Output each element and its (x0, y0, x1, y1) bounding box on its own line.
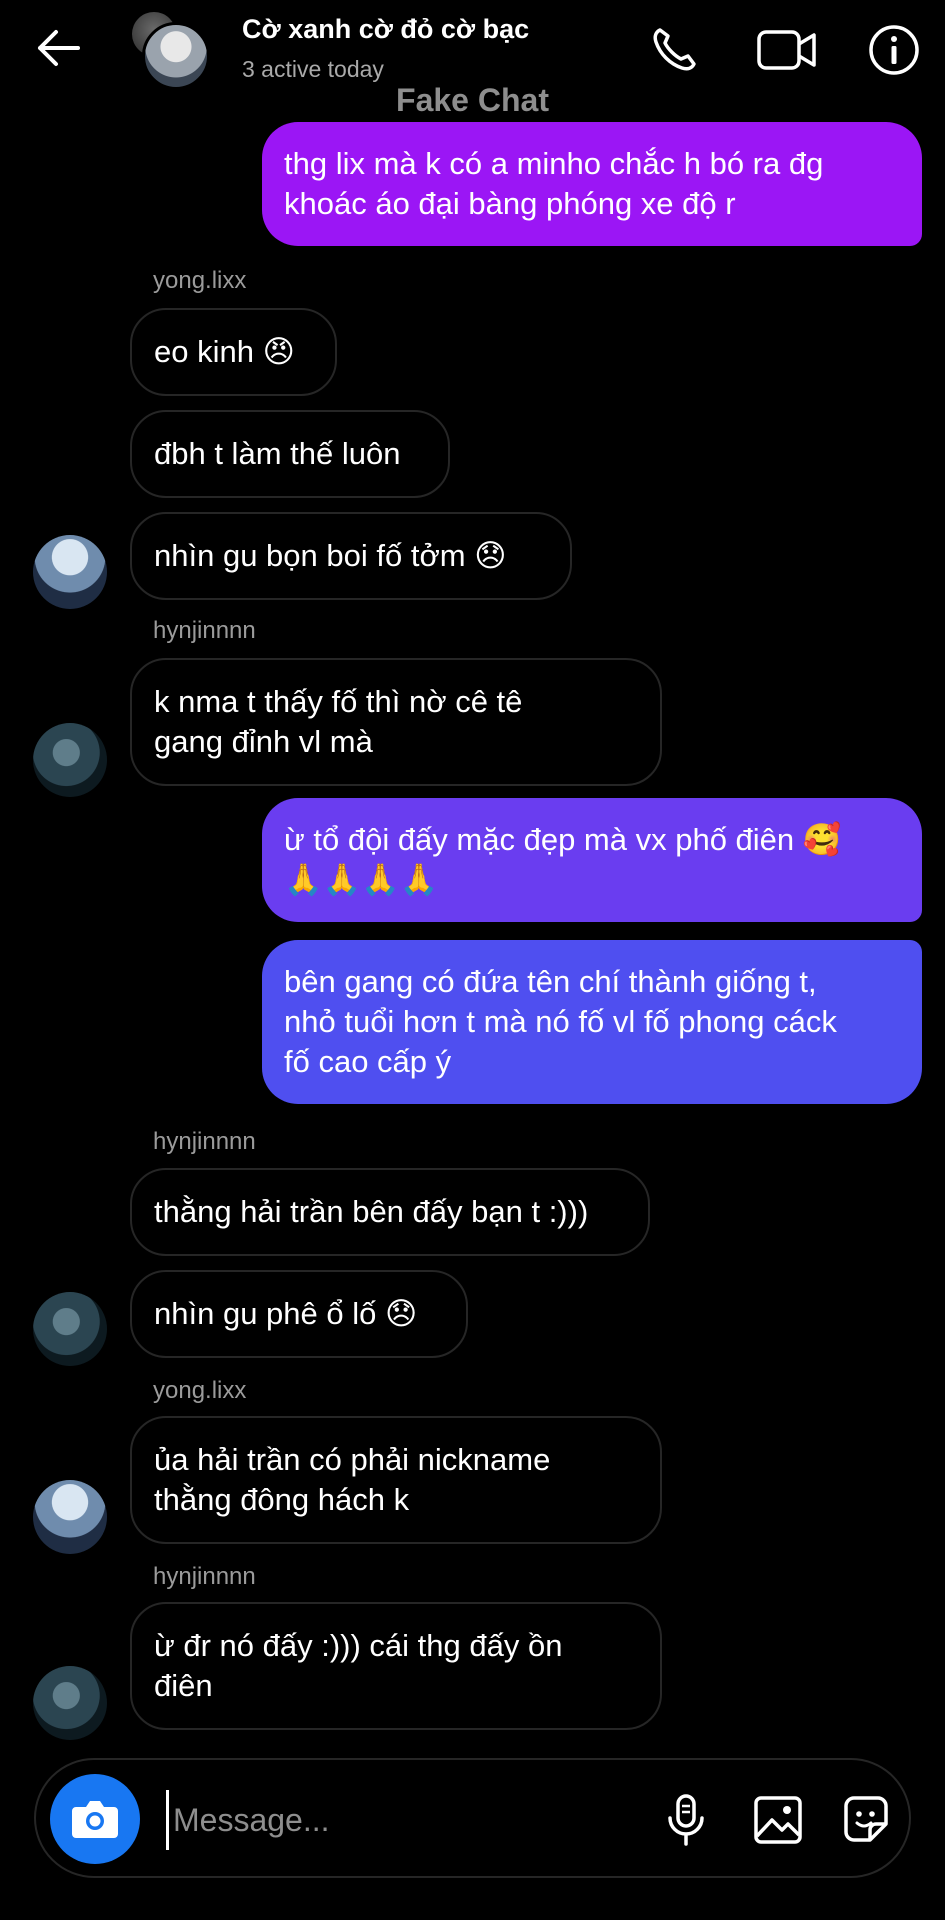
chat-title[interactable]: Cờ xanh cờ đỏ cờ bạc (242, 14, 529, 45)
message-bubble-in[interactable]: nhìn gu bọn boi fố tởm 😞 (130, 512, 572, 600)
avatar[interactable] (33, 723, 107, 797)
sender-name: yong.lixx (153, 267, 247, 294)
sender-name: hynjinnnn (153, 1563, 256, 1590)
microphone-icon[interactable] (656, 1790, 716, 1850)
message-bubble-out[interactable]: thg lix mà k có a minho chắc h bó ra đg … (262, 122, 922, 246)
message-bubble-in[interactable]: đbh t làm thế luôn (130, 410, 450, 498)
message-bubble-in[interactable]: eo kinh 😠 (130, 308, 337, 396)
video-icon[interactable] (756, 22, 818, 78)
avatar[interactable] (33, 1666, 107, 1740)
message-bubble-in[interactable]: nhìn gu phê ổ lố 😞 (130, 1270, 468, 1358)
message-bubble-out[interactable]: ừ tổ đội đấy mặc đẹp mà vx phố điên 🥰 🙏🙏… (262, 798, 922, 922)
gallery-icon[interactable] (748, 1790, 808, 1850)
avatar-front (142, 22, 210, 90)
active-status: 3 active today (242, 56, 384, 82)
message-bubble-in[interactable]: ủa hải trần có phải nickname thằng đông … (130, 1416, 662, 1544)
back-arrow-icon[interactable] (34, 26, 84, 70)
message-bubble-in[interactable]: thằng hải trần bên đấy bạn t :))) (130, 1168, 650, 1256)
group-avatar[interactable] (132, 12, 210, 90)
watermark: Fake Chat (396, 82, 549, 118)
avatar[interactable] (33, 1480, 107, 1554)
sender-name: yong.lixx (153, 1377, 247, 1404)
avatar[interactable] (33, 1292, 107, 1366)
avatar[interactable] (33, 535, 107, 609)
message-bubble-out[interactable]: bên gang có đứa tên chí thành giống t, n… (262, 940, 922, 1104)
phone-icon[interactable] (646, 22, 702, 78)
camera-button[interactable] (50, 1774, 140, 1864)
camera-icon (72, 1801, 118, 1838)
message-composer (34, 1758, 911, 1878)
sticker-icon[interactable] (836, 1790, 896, 1850)
message-input[interactable] (166, 1790, 645, 1850)
message-bubble-in[interactable]: k nma t thấy fố thì nờ cê tê gang đỉnh v… (130, 658, 662, 786)
sender-name: hynjinnnn (153, 1128, 256, 1155)
sender-name: hynjinnnn (153, 617, 256, 644)
info-icon[interactable] (866, 22, 922, 78)
message-bubble-in[interactable]: ừ đr nó đấy :))) cái thg đấy ồn điên (130, 1602, 662, 1730)
